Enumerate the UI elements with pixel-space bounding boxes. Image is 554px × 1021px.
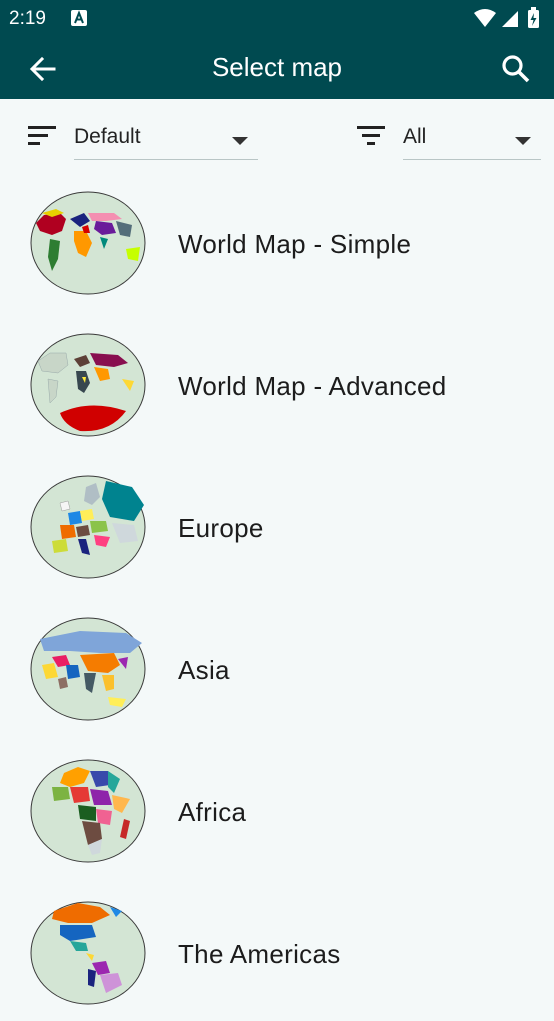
map-item-americas[interactable]: The Americas bbox=[0, 879, 554, 1021]
map-name: World Map - Simple bbox=[178, 229, 412, 259]
filter-value: All bbox=[403, 125, 427, 148]
page-title: Select map bbox=[211, 52, 343, 82]
europe-map-thumbnail bbox=[30, 475, 146, 579]
map-name: Asia bbox=[178, 655, 230, 685]
asia-map-thumbnail bbox=[30, 617, 146, 721]
app-bar: Select map bbox=[0, 37, 554, 99]
status-icons bbox=[472, 7, 544, 34]
map-item-europe[interactable]: Europe bbox=[0, 453, 554, 595]
map-name: The Americas bbox=[178, 939, 341, 969]
status-time: 2:19 bbox=[9, 8, 46, 29]
africa-map-thumbnail bbox=[30, 759, 146, 863]
status-bar: 2:19 bbox=[0, 0, 554, 37]
sort-icon bbox=[28, 126, 58, 151]
chevron-down-icon bbox=[232, 133, 248, 151]
filters-bar: Default All bbox=[0, 99, 554, 169]
world-map-thumbnail bbox=[30, 191, 146, 295]
map-item-world-advanced[interactable]: World Map - Advanced bbox=[0, 311, 554, 453]
map-name: Europe bbox=[178, 513, 264, 543]
a-letter-icon bbox=[71, 10, 87, 31]
wifi-signal-battery-icon bbox=[474, 7, 539, 28]
search-icon[interactable] bbox=[500, 53, 532, 85]
sort-value: Default bbox=[74, 125, 141, 148]
map-item-asia[interactable]: Asia bbox=[0, 595, 554, 737]
world-map-thumbnail bbox=[30, 333, 146, 437]
map-item-africa[interactable]: Africa bbox=[0, 737, 554, 879]
filter-dropdown[interactable]: All bbox=[403, 117, 541, 160]
chevron-down-icon bbox=[515, 133, 531, 151]
map-item-world-simple[interactable]: World Map - Simple bbox=[0, 169, 554, 311]
filter-icon bbox=[357, 126, 387, 151]
sort-dropdown[interactable]: Default bbox=[74, 117, 258, 160]
map-name: Africa bbox=[178, 797, 247, 827]
map-name: World Map - Advanced bbox=[178, 371, 447, 401]
americas-map-thumbnail bbox=[30, 901, 146, 1005]
